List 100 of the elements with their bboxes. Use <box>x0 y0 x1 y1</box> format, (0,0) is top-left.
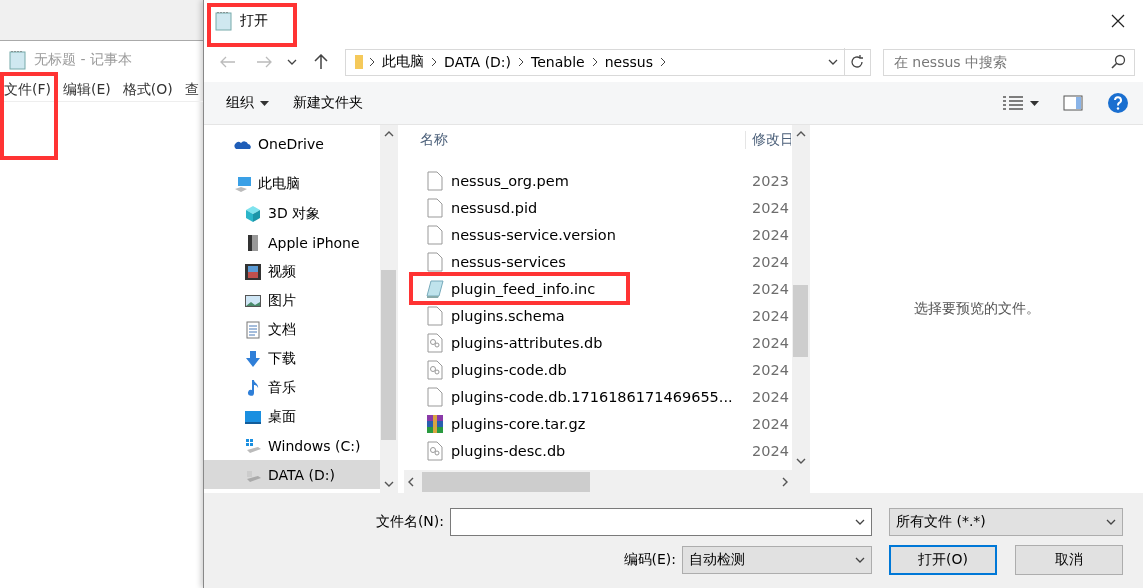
address-bar[interactable]: 此电脑 DATA (D:) Tenable nessus <box>345 48 871 76</box>
file-name[interactable]: nessusd.pid <box>404 197 746 218</box>
breadcrumb-item[interactable]: 此电脑 <box>376 53 431 71</box>
file-name[interactable]: nessus_org.pem <box>404 170 746 191</box>
scrollbar-thumb[interactable] <box>422 471 590 492</box>
nav-item[interactable]: Apple iPhone <box>204 228 380 257</box>
folder-icon <box>354 54 365 70</box>
date-cell-text: 2024 <box>751 226 789 243</box>
new-folder-button[interactable]: 新建文件夹 <box>293 94 363 112</box>
chevron-right-icon <box>368 57 377 67</box>
breadcrumb-item[interactable]: Tenable <box>525 54 591 70</box>
caret-icon <box>1106 518 1116 525</box>
date-cell-text: 2024 <box>751 442 789 459</box>
column-header[interactable]: 修改日 <box>746 131 791 149</box>
nav-item[interactable]: 图片 <box>204 286 380 315</box>
nav-item[interactable]: Windows (C:) <box>204 431 380 460</box>
archive-icon <box>426 413 444 434</box>
nav-item[interactable]: 视频 <box>204 257 380 286</box>
date-cell-text: 2023 <box>751 172 789 189</box>
menu-item[interactable]: 文件(F) <box>4 80 51 99</box>
chevron-right-icon <box>658 57 667 67</box>
dialog-button[interactable]: 取消 <box>1015 544 1123 575</box>
nav-item[interactable]: DATA (D:) <box>204 460 380 489</box>
preview-pane-button[interactable] <box>1063 95 1083 111</box>
file-icon <box>426 386 444 407</box>
nav-item[interactable]: OneDrive <box>204 129 380 159</box>
caret-icon <box>855 556 865 563</box>
dialog-title: 打开 <box>240 12 268 30</box>
preview-pane-icon <box>1063 95 1083 111</box>
menu-item[interactable]: 查 <box>184 80 199 99</box>
search-field[interactable]: 在 nessus 中搜索 <box>882 48 1136 76</box>
column-header[interactable]: 名称 <box>404 131 746 149</box>
date-cell-text: 2024 <box>751 334 789 351</box>
download-icon <box>244 349 262 368</box>
chevron-right-icon <box>430 57 439 67</box>
caret-icon <box>827 59 838 65</box>
scrollbar-thumb[interactable] <box>381 270 396 440</box>
search-input[interactable]: 在 nessus 中搜索 <box>891 53 1111 71</box>
horizontal-scrollbar[interactable] <box>404 470 809 493</box>
drive-icon <box>244 436 262 455</box>
filename-field[interactable] <box>450 507 872 536</box>
help-button[interactable] <box>1107 92 1129 114</box>
file-name[interactable]: plugins.schema <box>404 305 746 326</box>
file-type-dropdown[interactable]: 所有文件 (*.*) <box>889 507 1123 536</box>
nav-item[interactable]: 桌面 <box>204 402 380 431</box>
file-name[interactable]: nessus-services <box>404 251 746 272</box>
date-cell-text: 2024 <box>751 253 789 270</box>
nav-item[interactable]: 音乐 <box>204 373 380 402</box>
nav-item[interactable]: 文档 <box>204 315 380 344</box>
date-cell-text: 2024 <box>751 388 789 405</box>
menu-item[interactable]: 格式(O) <box>122 80 173 99</box>
breadcrumb-item[interactable]: nessus <box>598 54 659 70</box>
encoding-dropdown[interactable]: 自动检测 <box>682 545 872 574</box>
organize-button[interactable]: 组织 <box>226 94 269 112</box>
file-icon <box>426 224 444 245</box>
file-name[interactable]: plugins-desc.db <box>404 440 746 461</box>
chevron-right-icon <box>517 57 526 67</box>
file-name[interactable]: plugins-attributes.db <box>404 332 746 353</box>
up-arrow-icon <box>314 54 329 70</box>
notepad-icon <box>214 11 234 31</box>
file-name[interactable]: plugins-code.db <box>404 359 746 380</box>
menu-item[interactable]: 编辑(E) <box>63 80 111 99</box>
scrollbar[interactable] <box>380 125 397 493</box>
dialog-button[interactable]: 打开(O) <box>889 544 997 575</box>
date-cell-text: 2024 <box>751 199 789 216</box>
settings-file-icon <box>426 332 444 353</box>
breadcrumb-item[interactable]: DATA (D:) <box>438 54 518 70</box>
document-icon <box>244 320 262 339</box>
file-name[interactable]: nessus-service.version <box>404 224 746 245</box>
caret-icon <box>287 59 298 65</box>
scrollbar-thumb[interactable] <box>793 285 808 357</box>
file-icon <box>426 197 444 218</box>
caret-icon <box>855 518 865 525</box>
settings-file-icon <box>426 440 444 461</box>
field-label: 编码(E): <box>623 550 676 569</box>
nav-item[interactable]: 此电脑 <box>204 169 380 199</box>
notepad-icon <box>426 278 444 299</box>
nav-item[interactable]: 3D 对象 <box>204 199 380 228</box>
file-name[interactable]: plugins-core.tar.gz <box>404 413 746 434</box>
list-view-icon <box>1002 95 1024 111</box>
caret-icon <box>260 100 269 106</box>
date-cell-text: 2024 <box>751 280 789 297</box>
date-cell-text: 2024 <box>751 415 789 432</box>
settings-file-icon <box>426 359 444 380</box>
file-name[interactable]: plugins-code.db.1716186171469655... <box>404 386 746 407</box>
scrollbar[interactable] <box>792 125 809 470</box>
caret-icon <box>1030 100 1039 106</box>
search-icon <box>1110 54 1127 70</box>
notepad-icon <box>8 49 28 70</box>
view-options-button[interactable] <box>1002 95 1039 111</box>
file-name[interactable]: plugin_feed_info.inc <box>404 278 746 299</box>
file-icon <box>426 305 444 326</box>
forward-arrow-icon <box>255 56 272 68</box>
refresh-icon <box>849 54 866 70</box>
nav-item[interactable]: 下载 <box>204 344 380 373</box>
close-icon <box>1111 14 1125 28</box>
chevron-right-icon <box>590 57 599 67</box>
date-cell-text: 2024 <box>751 307 789 324</box>
film-icon <box>244 262 262 281</box>
cube-icon <box>244 204 262 223</box>
